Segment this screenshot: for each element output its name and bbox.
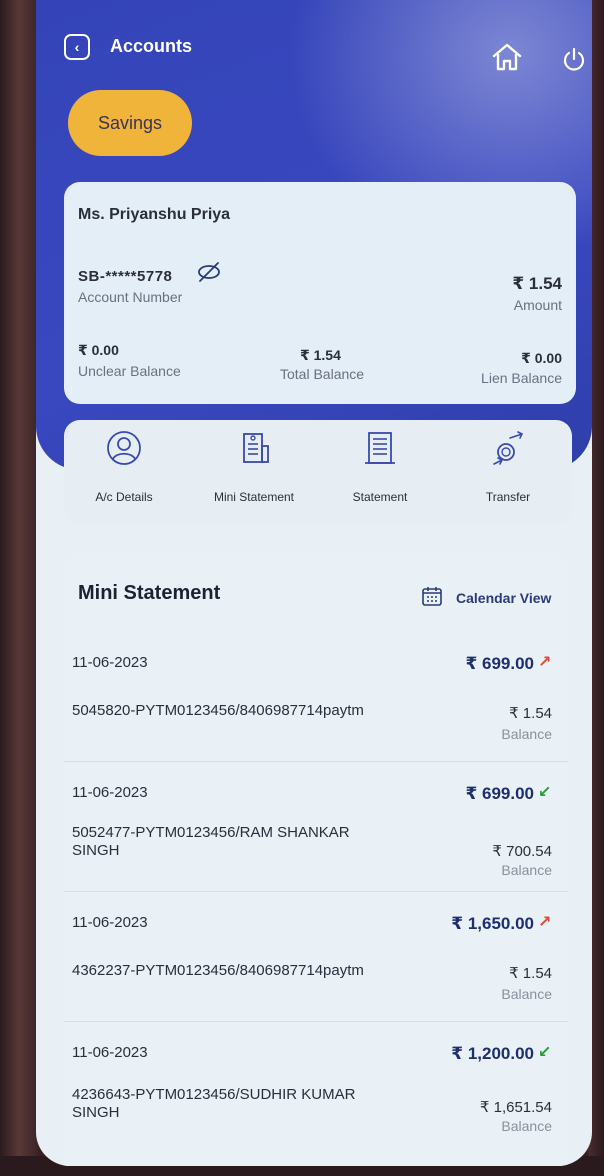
transaction-balance: ₹ 700.54 (492, 843, 552, 860)
account-number: SB-*****5778 (78, 268, 173, 285)
transaction-balance: ₹ 1.54 (509, 965, 552, 982)
transaction-amount: ₹ 1,650.00 (451, 914, 534, 933)
receipt-icon (243, 433, 269, 463)
lien-balance-value: ₹ 0.00 (521, 350, 562, 366)
transaction-balance: ₹ 1.54 (509, 705, 552, 722)
quick-action-mini-statement[interactable]: Mini Statement (194, 428, 314, 518)
transaction-description: 5045820-PYTM0123456/8406987714paytm (72, 702, 364, 719)
power-icon[interactable] (560, 46, 588, 74)
mini-statement-title: Mini Statement (78, 582, 221, 604)
quick-action-statement[interactable]: Statement (320, 428, 440, 518)
transaction-balance-label: Balance (501, 862, 552, 878)
savings-tab-label: Savings (97, 112, 163, 133)
transaction-date: 11-06-2023 (72, 784, 148, 801)
lien-balance-label: Lien Balance (481, 370, 562, 386)
total-balance-label: Total Balance (280, 366, 365, 382)
quick-actions: A/c Details Mini Statement Statement Tra… (64, 420, 572, 524)
transaction-description: 5052477-PYTM0123456/RAM SHANKAR SINGH (72, 824, 350, 859)
amount-label: Amount (513, 297, 562, 313)
savings-tab[interactable]: Savings (68, 90, 192, 156)
quick-action-label: Mini Statement (213, 490, 295, 504)
account-card: Ms. Priyanshu Priya SB-*****5778 Account… (64, 182, 576, 404)
arrow-down-left-icon: ↙ (538, 1044, 552, 1061)
document-list-icon (365, 432, 395, 464)
transaction-description: 4236643-PYTM0123456/SUDHIR KUMAR SINGH (72, 1086, 356, 1121)
account-holder-name: Ms. Priyanshu Priya (78, 206, 231, 223)
transaction-amount: ₹ 1,200.00 (451, 1044, 534, 1063)
transaction-date: 11-06-2023 (72, 914, 148, 931)
home-icon[interactable] (490, 40, 524, 74)
transaction-row[interactable]: 11-06-2023 ₹ 1,200.00 ↙ 4236643-PYTM0123… (64, 1022, 568, 1152)
account-number-label: Account Number (78, 289, 183, 305)
page-title: Accounts (110, 36, 193, 56)
unclear-balance-label: Unclear Balance (78, 363, 181, 379)
transaction-balance-label: Balance (501, 726, 552, 742)
chevron-left-icon: ‹ (74, 39, 80, 55)
total-balance-value: ₹ 1.54 (300, 347, 341, 363)
transaction-row[interactable]: 11-06-2023 ₹ 1,650.00 ↗ 4362237-PYTM0123… (64, 892, 568, 1022)
arrow-up-right-icon: ↗ (538, 914, 552, 931)
app-screen: ‹ Accounts Savings Ms. Priyanshu Priya S… (36, 0, 592, 1166)
quick-action-transfer[interactable]: Transfer (448, 428, 568, 518)
transaction-amount: ₹ 699.00 (465, 654, 534, 673)
transaction-date: 11-06-2023 (72, 654, 148, 671)
transaction-balance: ₹ 1,651.54 (479, 1099, 552, 1116)
quick-action-label: Transfer (485, 490, 531, 504)
transfer-icon (493, 431, 524, 465)
calendar-view-link[interactable]: Calendar View (456, 590, 551, 606)
transaction-amount: ₹ 699.00 (465, 784, 534, 803)
transaction-balance-label: Balance (501, 1118, 552, 1134)
transaction-row[interactable]: 11-06-2023 ₹ 699.00 ↗ 5045820-PYTM012345… (64, 632, 568, 762)
eye-off-icon[interactable] (196, 260, 222, 284)
transaction-row[interactable]: 11-06-2023 ₹ 699.00 ↙ 5052477-PYTM012345… (64, 762, 568, 892)
arrow-down-left-icon: ↙ (538, 784, 552, 801)
user-circle-icon (107, 431, 141, 465)
top-bar: ‹ Accounts (36, 30, 592, 71)
quick-action-label: A/c Details (95, 490, 153, 504)
calendar-icon[interactable] (422, 586, 442, 606)
phone-frame (0, 0, 38, 1176)
mini-statement-panel: Mini Statement Calendar View 11-06-2023 … (64, 552, 568, 1166)
amount-value: ₹ 1.54 (512, 274, 562, 293)
back-button[interactable]: ‹ (64, 34, 90, 60)
unclear-balance-value: ₹ 0.00 (78, 342, 119, 358)
transaction-date: 11-06-2023 (72, 1044, 148, 1061)
transaction-description: 4362237-PYTM0123456/8406987714paytm (72, 962, 364, 979)
transaction-balance-label: Balance (501, 986, 552, 1002)
quick-action-label: Statement (352, 490, 408, 504)
quick-action-ac-details[interactable]: A/c Details (64, 428, 184, 518)
arrow-up-right-icon: ↗ (538, 654, 552, 671)
